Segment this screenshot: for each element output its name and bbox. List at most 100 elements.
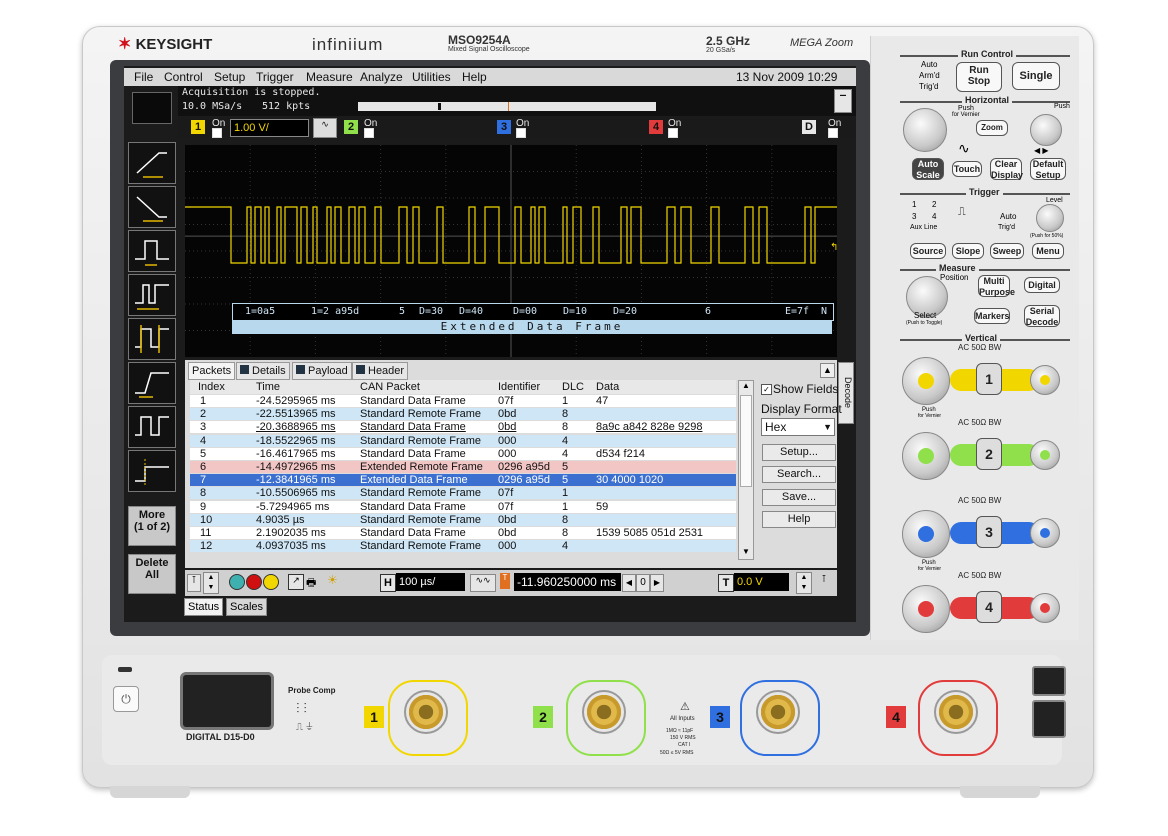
bnc-connector[interactable] [404, 690, 448, 734]
table-row[interactable]: 1 -24.5295965 ms Standard Data Frame 07f 1 47 [190, 395, 736, 407]
table-row[interactable]: 12 4.0937035 ms Standard Remote Frame 000 4 [190, 540, 736, 553]
vertical-offset-knob[interactable] [1030, 518, 1060, 548]
tab-scales[interactable]: Scales [226, 598, 268, 616]
delay-right-arrow-icon[interactable]: ▶ [650, 574, 664, 592]
vertical-offset-knob[interactable] [1030, 593, 1060, 623]
rising-edge-tool[interactable] [128, 142, 176, 184]
show-fields-checkbox[interactable]: ✓ [761, 384, 772, 395]
slope-button[interactable]: Slope [952, 243, 984, 259]
channel-2-checkbox[interactable] [364, 128, 374, 138]
vertical-scale-knob[interactable] [902, 510, 950, 558]
touch-button[interactable]: Touch [952, 161, 982, 177]
channel-select-button[interactable]: 1 [976, 363, 1002, 395]
multi-purpose-button[interactable]: Multi Purpose [978, 275, 1015, 297]
marker-icon[interactable]: ⊺ [187, 574, 201, 592]
channel-4-checkbox[interactable] [668, 128, 678, 138]
trigger-level-stepper-icon[interactable]: ▲ ▼ [796, 572, 812, 594]
menu-control[interactable]: Control [164, 70, 203, 84]
delay-readout[interactable]: -11.960250000 ms [514, 573, 621, 591]
table-row[interactable]: 10 4.9035 µs Standard Remote Frame 0bd 8 [190, 513, 736, 526]
channel-4-badge[interactable]: 4 [649, 120, 663, 134]
usb-port[interactable] [1032, 700, 1066, 738]
minimize-button[interactable]: – [834, 89, 852, 113]
scroll-up-arrow-icon[interactable]: ▲ [739, 381, 753, 393]
channel-2-badge[interactable]: 2 [344, 120, 358, 134]
column-time[interactable]: Time [256, 381, 280, 393]
tab-payload[interactable]: Payload [292, 362, 352, 380]
frequency-tool[interactable] [128, 406, 176, 448]
menu-analyze[interactable]: Analyze [360, 70, 403, 84]
help-button[interactable]: Help [762, 511, 836, 528]
channel-3-badge[interactable]: 3 [497, 120, 511, 134]
channel-select-button[interactable]: 2 [976, 438, 1002, 470]
menu-file[interactable]: File [134, 70, 153, 84]
table-scrollbar[interactable]: ▲ ▼ [738, 380, 754, 560]
column-index[interactable]: Index [198, 381, 225, 393]
channel-select-button[interactable]: 4 [976, 591, 1002, 623]
table-row[interactable]: 7 -12.3841965 ms Extended Data Frame 0296 a… [190, 474, 736, 487]
bnc-connector[interactable] [756, 690, 800, 734]
display-format-select[interactable]: Hex ▼ [761, 418, 835, 436]
tab-packets[interactable]: Packets [188, 362, 236, 380]
print-icon[interactable]: 🖶 [306, 574, 322, 589]
brightness-icon[interactable]: ☀ [327, 573, 343, 589]
delete-all-button[interactable]: Delete All [128, 554, 176, 594]
scroll-down-arrow-icon[interactable]: ▼ [739, 547, 753, 559]
column-dlc[interactable]: DLC [562, 381, 584, 393]
probe-comp-terminals-icon[interactable]: ⫶ ⫶ [296, 700, 307, 717]
channel-select-button[interactable]: 3 [976, 516, 1002, 548]
vertical-scale-knob[interactable] [902, 585, 950, 633]
table-row[interactable]: 8 -10.5506965 ms Standard Remote Frame 07f 1 [190, 487, 736, 500]
zoom-button[interactable]: Zoom [976, 120, 1008, 136]
channel-3-checkbox[interactable] [516, 128, 526, 138]
digital-badge[interactable]: D [802, 120, 816, 134]
menu-help[interactable]: Help [462, 70, 487, 84]
column-data[interactable]: Data [596, 381, 619, 393]
scroll-thumb[interactable] [740, 395, 752, 487]
table-row[interactable]: 3 -20.3688965 ms Standard Data Frame 0bd 8 8a… [190, 421, 736, 434]
trigger-level-knob[interactable] [1036, 204, 1064, 232]
auto-scale-button[interactable]: Auto Scale [912, 158, 944, 180]
table-row[interactable]: 9 -5.7294965 ms Standard Data Frame 07f 1 59 [190, 500, 736, 513]
bnc-connector[interactable] [582, 690, 626, 734]
channel-1-scale[interactable]: 1.00 V/ [230, 119, 309, 137]
run-stop-button[interactable]: Run Stop [956, 62, 1002, 92]
run-color-icon[interactable] [263, 574, 279, 590]
digital-checkbox[interactable] [828, 128, 838, 138]
table-row[interactable]: 6 -14.4972965 ms Extended Remote Frame 0296… [190, 461, 736, 473]
trigger-menu-button[interactable]: Menu [1032, 243, 1064, 259]
table-row[interactable]: 4 -18.5522965 ms Standard Remote Frame 000 4 [190, 434, 736, 447]
channel-1-badge[interactable]: 1 [191, 120, 205, 134]
tab-details[interactable]: Details [236, 362, 290, 380]
table-row[interactable]: 11 2.1902035 ms Standard Data Frame 0bd 8 153… [190, 527, 736, 539]
stop-color-icon[interactable] [246, 574, 262, 590]
single-button[interactable]: Single [1012, 62, 1060, 90]
clear-display-button[interactable]: Clear Display [990, 158, 1023, 180]
delay-tool[interactable] [128, 450, 176, 492]
menu-setup[interactable]: Setup [214, 70, 245, 84]
digital-button[interactable]: Digital [1024, 277, 1060, 293]
right-marker-icon[interactable]: ⊺ [818, 574, 830, 590]
glitch-tool[interactable] [128, 274, 176, 316]
period-tool[interactable] [128, 318, 176, 360]
falling-edge-tool[interactable] [128, 186, 176, 228]
delay-left-arrow-icon[interactable]: ◀ [622, 574, 636, 592]
serial-decode-button[interactable]: Serial Decode [1024, 305, 1060, 327]
table-row[interactable]: 5 -16.4617965 ms Standard Data Frame 000 4 d5… [190, 447, 736, 460]
markers-button[interactable]: Markers [974, 308, 1010, 324]
save-button[interactable]: Save... [762, 489, 836, 506]
rise-time-tool[interactable] [128, 362, 176, 404]
horizontal-position-knob[interactable] [1030, 114, 1062, 146]
sweep-button[interactable]: Sweep [990, 243, 1024, 259]
vertical-scale-knob[interactable] [902, 432, 950, 480]
column-identifier[interactable]: Identifier [498, 381, 540, 393]
setup-button[interactable]: Setup... [762, 444, 836, 461]
timebase-readout[interactable]: 100 µs/ [396, 573, 465, 591]
trigger-level-readout[interactable]: 0.0 V [734, 573, 789, 591]
undock-button[interactable]: ▲ [820, 363, 835, 378]
bnc-connector[interactable] [934, 690, 978, 734]
menu-measure[interactable]: Measure [306, 70, 353, 84]
tab-status[interactable]: Status [184, 598, 224, 616]
vertical-scale-knob[interactable] [902, 357, 950, 405]
tab-header[interactable]: Header [352, 362, 409, 380]
